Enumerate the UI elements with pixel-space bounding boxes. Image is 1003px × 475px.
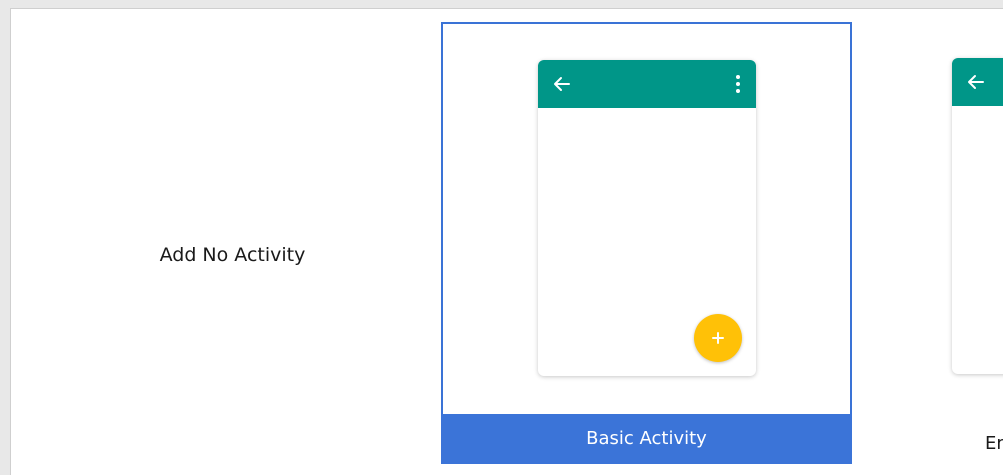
more-vert-icon	[736, 75, 740, 93]
basic-activity-preview	[538, 60, 756, 376]
preview-app-bar	[952, 58, 1003, 106]
template-label-add-no-activity: Add No Activity	[159, 244, 306, 266]
preview-fab	[694, 314, 742, 362]
arrow-left-icon	[554, 77, 570, 91]
template-tile-empty-activity[interactable]: Empty Activity	[857, 22, 1003, 464]
template-tile-add-no-activity[interactable]: Add No Activity	[27, 22, 438, 464]
template-label-empty-activity: Empty Activity	[857, 429, 1003, 469]
template-label-basic-activity: Basic Activity	[441, 414, 852, 464]
plus-icon	[712, 332, 724, 344]
new-project-template-gallery: Add No Activity Basic Activity E	[0, 0, 1003, 475]
template-label-empty-activity-text: Empty Activity	[985, 433, 1003, 454]
template-grid: Add No Activity Basic Activity E	[10, 8, 1003, 475]
empty-activity-preview	[952, 58, 1003, 374]
arrow-left-icon	[968, 75, 984, 89]
template-tile-basic-activity[interactable]: Basic Activity	[441, 22, 852, 464]
preview-app-bar	[538, 60, 756, 108]
